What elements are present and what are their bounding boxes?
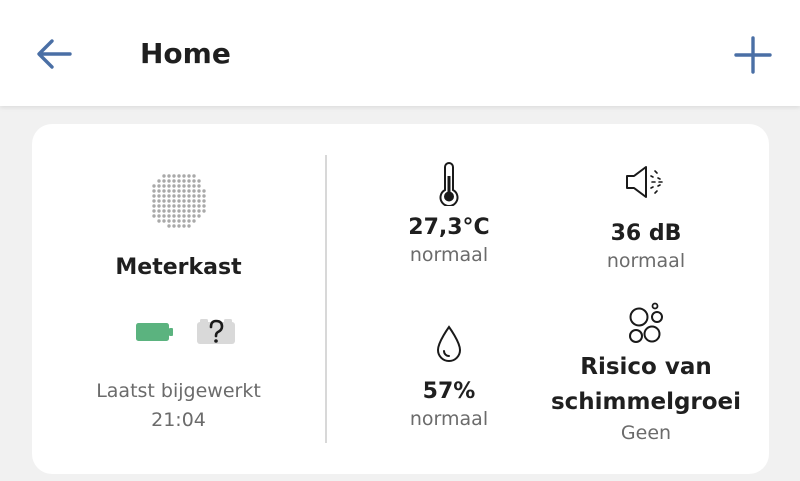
sound-value: 36 dB xyxy=(610,221,682,246)
page-title: Home xyxy=(140,37,231,70)
app-header: Home xyxy=(0,0,800,106)
mold-risk-label-line1: Risico van xyxy=(580,354,712,380)
last-updated-time: 21:04 xyxy=(151,409,206,431)
mold-risk-label: Risico van schimmelgroei xyxy=(538,350,754,420)
unknown-status-icon xyxy=(197,319,235,344)
mold-risk-status: Geen xyxy=(620,422,672,444)
speaker-volume-icon xyxy=(626,166,663,198)
mold-bubbles-icon xyxy=(629,302,663,343)
arrow-left-icon xyxy=(37,39,72,69)
temperature-status: normaal xyxy=(409,244,489,266)
back-button[interactable] xyxy=(34,35,74,75)
temperature-value: 27,3°C xyxy=(408,215,490,240)
mold-risk-metric: Risico van schimmelgroei Geen xyxy=(538,302,754,446)
device-name: Meterkast xyxy=(115,255,242,280)
speaker-grille-icon xyxy=(152,174,206,228)
temperature-metric: 27,3°C normaal xyxy=(351,162,547,268)
humidity-metric: 57% normaal xyxy=(351,324,547,432)
water-drop-icon xyxy=(436,325,462,362)
last-updated-label: Laatst bijgewerkt xyxy=(96,380,261,402)
battery-full-icon xyxy=(136,323,173,341)
sound-status: normaal xyxy=(606,250,686,272)
humidity-value: 57% xyxy=(422,379,476,404)
mold-risk-label-line2: schimmelgroei xyxy=(550,389,742,415)
divider xyxy=(325,155,327,443)
plus-icon xyxy=(734,36,772,74)
device-card[interactable]: Meterkast Laatst bijgewerkt 21:04 27,3°C… xyxy=(32,124,769,474)
add-button[interactable] xyxy=(733,35,773,75)
sound-metric: 36 dB normaal xyxy=(548,164,744,274)
thermometer-icon xyxy=(439,162,459,206)
humidity-status: normaal xyxy=(409,408,489,430)
